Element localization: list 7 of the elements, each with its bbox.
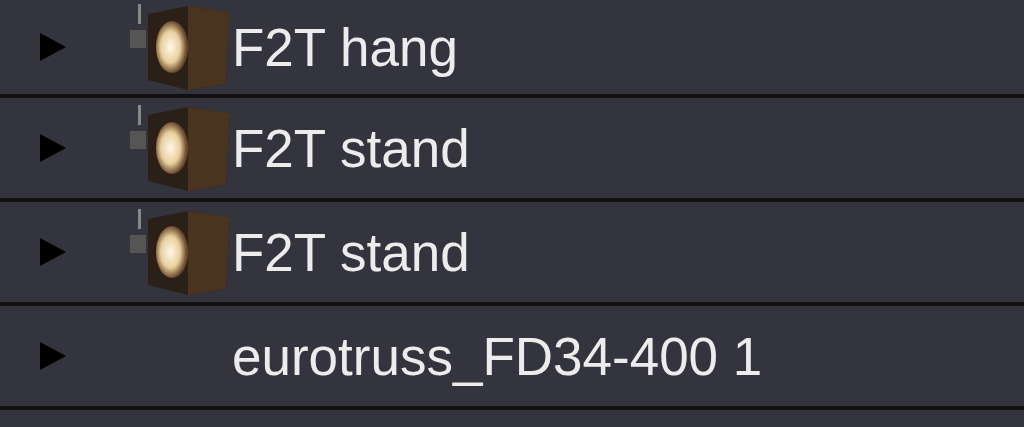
spotlight-icon bbox=[130, 2, 230, 92]
item-label: F2T stand bbox=[232, 221, 470, 283]
item-label: F2T hang bbox=[232, 16, 458, 78]
spotlight-icon bbox=[130, 103, 230, 193]
spotlight-icon bbox=[130, 207, 230, 297]
item-label: eurotruss_FD34-400 1 bbox=[232, 325, 763, 387]
item-label: F2T stand bbox=[232, 117, 470, 179]
